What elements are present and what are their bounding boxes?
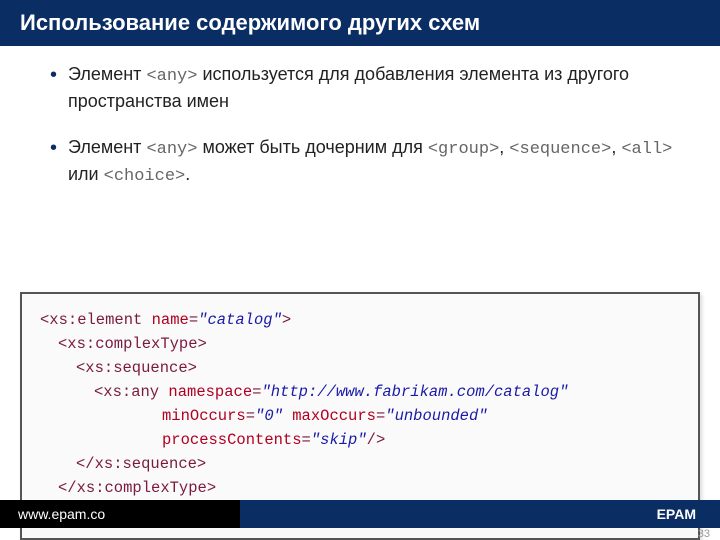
- code-line: </xs:sequence>: [40, 452, 680, 476]
- bullet-text: Элемент: [68, 64, 146, 84]
- bullet-item: Элемент <any> может быть дочерним для <g…: [50, 135, 680, 189]
- xml-equals: =: [376, 407, 385, 425]
- inline-code: <any>: [146, 140, 197, 159]
- xml-attr-name: namespace: [159, 383, 252, 401]
- xml-tag: >: [282, 311, 291, 329]
- xml-attr-name: maxOccurs: [283, 407, 376, 425]
- code-line: <xs:element name="catalog">: [40, 308, 680, 332]
- inline-code: <group>: [428, 140, 499, 159]
- xml-attr-value: "skip": [311, 431, 367, 449]
- bullet-text: Элемент: [68, 137, 146, 157]
- inline-code: <any>: [146, 67, 197, 86]
- bullet-text: .: [185, 164, 190, 184]
- xml-equals: =: [189, 311, 198, 329]
- bullet-text: ,: [611, 137, 621, 157]
- xml-tag: <xs:complexType>: [58, 335, 207, 353]
- code-line: </xs:complexType>: [40, 476, 680, 500]
- xml-tag: <xs:sequence>: [76, 359, 197, 377]
- xml-attr-name: name: [142, 311, 189, 329]
- footer-bar: www.epam.co EPAM: [0, 500, 720, 528]
- xml-attr-name: processContents: [162, 431, 302, 449]
- page-number: 33: [698, 528, 710, 540]
- xml-equals: =: [246, 407, 255, 425]
- xml-tag: />: [367, 431, 386, 449]
- code-line: <xs:any namespace="http://www.fabrikam.c…: [40, 380, 680, 404]
- bullet-text: или: [68, 164, 104, 184]
- code-line: minOccurs="0" maxOccurs="unbounded": [40, 404, 680, 428]
- bullet-list: Элемент <any> используется для добавлени…: [50, 62, 680, 189]
- bullet-text: может быть дочерним для: [197, 137, 427, 157]
- code-line: <xs:sequence>: [40, 356, 680, 380]
- code-line: <xs:complexType>: [40, 332, 680, 356]
- bullet-text: ,: [499, 137, 509, 157]
- xml-attr-name: minOccurs: [162, 407, 246, 425]
- code-line: processContents="skip"/>: [40, 428, 680, 452]
- slide-title: Использование содержимого других схем: [0, 0, 720, 46]
- inline-code: <all>: [621, 140, 672, 159]
- slide-content: Элемент <any> используется для добавлени…: [0, 46, 720, 286]
- xml-tag: <xs:element: [40, 311, 142, 329]
- xml-attr-value: "0": [255, 407, 283, 425]
- inline-code: <choice>: [104, 167, 186, 186]
- footer-brand: EPAM: [657, 506, 720, 522]
- xml-tag: </xs:complexType>: [58, 479, 216, 497]
- inline-code: <sequence>: [509, 140, 611, 159]
- bullet-item: Элемент <any> используется для добавлени…: [50, 62, 680, 113]
- xml-equals: =: [302, 431, 311, 449]
- xml-attr-value: "catalog": [198, 311, 282, 329]
- xml-attr-value: "unbounded": [385, 407, 487, 425]
- xml-tag: <xs:any: [94, 383, 159, 401]
- footer-url: www.epam.co: [0, 500, 240, 528]
- slide: Использование содержимого других схем Эл…: [0, 0, 720, 540]
- xml-attr-value: "http://www.fabrikam.com/catalog": [261, 383, 568, 401]
- xml-tag: </xs:sequence>: [76, 455, 206, 473]
